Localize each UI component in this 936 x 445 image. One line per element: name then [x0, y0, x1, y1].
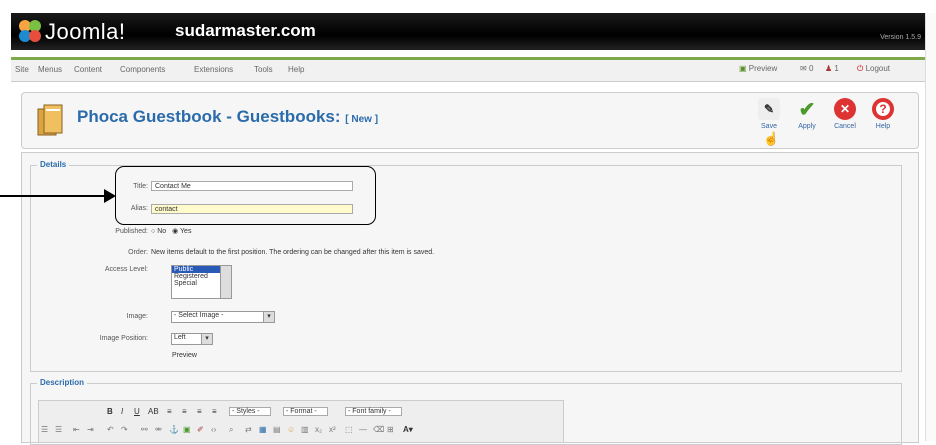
logout-link[interactable]: ⏻ Logout	[857, 64, 890, 74]
published-label: Published:	[115, 228, 148, 235]
outdent-icon[interactable]: ⇤	[73, 425, 80, 434]
page-title-suffix: [ New ]	[345, 114, 379, 125]
align-left-icon[interactable]: ≡	[167, 407, 172, 416]
users-indicator[interactable]: ♟ 1	[825, 64, 839, 73]
help-icon: ?	[872, 98, 894, 120]
styles-select[interactable]: - Styles -	[229, 407, 271, 416]
cancel-button[interactable]: ✕ Cancel	[830, 98, 860, 130]
toolbar-panel: Phoca Guestbook - Guestbooks: [ New ] ✎ …	[21, 92, 919, 149]
anchor-icon[interactable]: ⚓	[169, 425, 179, 434]
bullet-list-icon[interactable]: ☰	[41, 425, 48, 434]
order-note: New items default to the first position.…	[151, 249, 435, 256]
unlink-icon[interactable]: ⚮	[155, 425, 162, 434]
menu-content[interactable]: Content	[74, 65, 102, 74]
published-yes-label: Yes	[180, 228, 192, 235]
pointer-arrow-line	[0, 195, 108, 197]
strikethrough-icon[interactable]: AB	[148, 407, 159, 416]
published-yes-radio[interactable]: ◉	[172, 228, 178, 235]
checkmark-icon: ✔	[798, 98, 816, 121]
guestbook-icon	[37, 104, 63, 136]
access-level-listbox[interactable]: Public Registered Special	[171, 265, 232, 299]
save-icon: ✎	[758, 98, 780, 120]
subscript-icon[interactable]: x₂	[315, 425, 322, 434]
preview-label: Preview	[172, 352, 197, 359]
fullscreen-icon[interactable]: ⬚	[345, 425, 353, 434]
highlight-callout-box	[115, 166, 376, 225]
font-color-icon[interactable]: A▾	[403, 425, 413, 434]
menu-tools[interactable]: Tools	[254, 65, 273, 74]
published-no-label: No	[157, 228, 167, 235]
align-right-icon[interactable]: ≡	[197, 407, 202, 416]
apply-button[interactable]: ✔ Apply	[792, 98, 822, 131]
visual-aid-icon[interactable]: ⊞	[387, 425, 394, 434]
messages-indicator[interactable]: ✉ 0	[800, 64, 813, 73]
italic-icon[interactable]: I	[121, 407, 123, 416]
pointer-arrow-head-icon	[104, 189, 116, 203]
preview-link[interactable]: ▣ Preview	[739, 64, 777, 73]
link-icon[interactable]: ⚯	[141, 425, 148, 434]
menu-site[interactable]: Site	[15, 65, 29, 74]
image-select[interactable]: - Select Image - ▾	[171, 311, 275, 323]
emotion-icon[interactable]: ☺	[287, 425, 295, 434]
insert-date-icon[interactable]: ▥	[301, 425, 309, 434]
horizontal-rule-icon[interactable]: ―	[359, 425, 367, 434]
hand-cursor-icon: ☝	[763, 131, 780, 146]
version-label: Version 1.5.9	[880, 34, 921, 41]
undo-icon[interactable]: ↶	[107, 425, 114, 434]
main-menu-bar: Site Menus Content Components Extensions…	[11, 57, 925, 82]
menu-components[interactable]: Components	[120, 65, 165, 74]
image-icon[interactable]: ▣	[183, 425, 191, 434]
published-radio-group: ○ No ◉ Yes	[151, 227, 191, 235]
superscript-icon[interactable]: x²	[329, 425, 336, 434]
admin-header: Joomla! sudarmaster.com Version 1.5.9	[11, 13, 925, 50]
mail-icon: ✉	[800, 64, 807, 73]
access-level-label: Access Level:	[104, 266, 148, 273]
remove-format-icon[interactable]: ⌫	[373, 425, 384, 434]
rich-text-editor-toolbar: B I U AB ≡ ≡ ≡ ≡ - Styles - - Format - -…	[38, 400, 564, 443]
help-button[interactable]: ? Help	[868, 98, 898, 130]
redo-icon[interactable]: ↷	[121, 425, 128, 434]
image-label: Image:	[126, 313, 148, 320]
font-family-select[interactable]: - Font family -	[345, 407, 402, 416]
code-icon[interactable]: ‹›	[211, 425, 216, 434]
published-no-radio[interactable]: ○	[151, 228, 155, 235]
cleanup-icon[interactable]: ✐	[197, 425, 204, 434]
joomla-logo-text: Joomla!	[45, 19, 126, 44]
order-label: Order:	[128, 249, 148, 256]
listbox-scrollbar[interactable]	[220, 266, 231, 298]
indent-icon[interactable]: ⇥	[87, 425, 94, 434]
replace-icon[interactable]: ⇄	[245, 425, 252, 434]
align-justify-icon[interactable]: ≡	[212, 407, 217, 416]
site-name: sudarmaster.com	[175, 21, 316, 40]
image-position-label: Image Position:	[99, 335, 148, 342]
description-legend: Description	[37, 378, 88, 387]
menu-help[interactable]: Help	[288, 65, 304, 74]
find-icon[interactable]: ⌕	[229, 425, 233, 435]
details-legend: Details	[37, 160, 70, 169]
align-center-icon[interactable]: ≡	[182, 407, 187, 416]
table-icon[interactable]: ▤	[273, 425, 281, 434]
bold-icon[interactable]: B	[107, 407, 113, 416]
chevron-down-icon: ▾	[263, 312, 274, 322]
numbered-list-icon[interactable]: ☰	[55, 425, 62, 434]
preview-icon: ▣	[739, 64, 747, 73]
power-icon: ⏻	[857, 64, 864, 73]
cancel-icon: ✕	[834, 98, 856, 120]
window-scrollbar[interactable]	[925, 13, 936, 441]
format-select[interactable]: - Format -	[283, 407, 328, 416]
users-icon: ♟	[825, 64, 833, 73]
save-button[interactable]: ✎ Save	[754, 98, 784, 130]
image-position-select[interactable]: Left ▾	[171, 333, 213, 345]
page-title: Phoca Guestbook - Guestbooks: [ New ]	[77, 107, 379, 126]
menu-menus[interactable]: Menus	[38, 65, 62, 74]
chevron-down-icon: ▾	[201, 334, 212, 344]
underline-icon[interactable]: U	[134, 407, 140, 416]
media-icon[interactable]: ▦	[259, 425, 267, 434]
menu-extensions[interactable]: Extensions	[194, 65, 233, 74]
joomla-logo-icon	[19, 20, 41, 42]
